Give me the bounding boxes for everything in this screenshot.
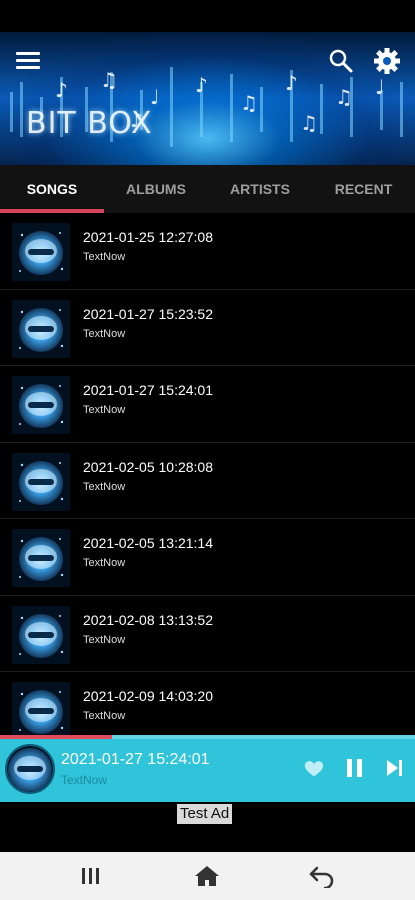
skip-next-icon[interactable] — [385, 757, 405, 779]
album-art-thumbnail — [12, 223, 70, 281]
tab-artists[interactable]: ARTISTS — [208, 165, 312, 213]
album-art-thumbnail — [12, 529, 70, 587]
tab-recent[interactable]: RECENT — [312, 165, 415, 213]
svg-text:♪: ♪ — [285, 71, 298, 95]
song-title: 2021-01-25 12:27:08 — [83, 229, 213, 245]
album-art-thumbnail — [12, 682, 70, 735]
song-row[interactable]: 2021-02-05 10:28:08 TextNow — [0, 443, 415, 519]
system-navigation-bar — [0, 852, 415, 900]
song-row[interactable]: 2021-01-27 15:24:01 TextNow — [0, 366, 415, 443]
song-list[interactable]: 2021-01-25 12:27:08 TextNow 2021-01-27 1… — [0, 213, 415, 735]
song-title: 2021-02-05 13:21:14 — [83, 535, 213, 551]
song-row[interactable]: 2021-02-08 13:13:52 TextNow — [0, 596, 415, 672]
song-row[interactable]: 2021-02-05 13:21:14 TextNow — [0, 519, 415, 596]
song-artist: TextNow — [83, 327, 126, 340]
heart-icon[interactable] — [303, 757, 325, 779]
svg-text:♩: ♩ — [375, 75, 384, 99]
now-playing-title: 2021-01-27 15:24:01 — [61, 751, 210, 768]
song-artist: TextNow — [83, 710, 126, 722]
song-title: 2021-02-05 10:28:08 — [83, 458, 213, 475]
now-playing-bar[interactable]: 2021-01-27 15:24:01 TextNow — [0, 735, 415, 802]
song-title: 2021-02-09 14:03:20 — [83, 688, 213, 704]
svg-text:♪: ♪ — [195, 73, 208, 97]
song-artist: TextNow — [83, 404, 126, 416]
song-row[interactable]: 2021-01-27 15:23:52 TextNow — [0, 290, 415, 366]
svg-text:♫: ♫ — [335, 85, 353, 109]
tab-songs[interactable]: SONGS — [0, 165, 104, 213]
svg-text:♫: ♫ — [240, 91, 258, 115]
song-artist: TextNow — [83, 251, 126, 263]
song-row[interactable]: 2021-01-25 12:27:08 TextNow — [0, 213, 415, 290]
album-art-thumbnail — [12, 376, 70, 434]
tab-albums[interactable]: ALBUMS — [104, 165, 208, 213]
app-logo: BIT BOX — [26, 106, 153, 141]
song-artist: TextNow — [83, 557, 126, 569]
home-icon[interactable] — [193, 864, 221, 888]
now-playing-artist: TextNow — [61, 773, 108, 787]
album-art-thumbnail — [12, 605, 70, 664]
status-bar — [0, 0, 415, 32]
svg-text:♫: ♫ — [300, 111, 318, 135]
song-title: 2021-02-08 13:13:52 — [83, 611, 213, 628]
now-playing-album-art — [5, 744, 55, 794]
hamburger-menu-icon[interactable] — [16, 52, 40, 72]
test-ad-label[interactable]: Test Ad — [177, 804, 233, 824]
search-icon[interactable] — [328, 48, 354, 74]
song-title: 2021-01-27 15:24:01 — [83, 382, 213, 398]
app-header: ♪ ♫ ♩ ♪ ♫ ♪ ♫ ♩ ♪ ♫ BIT BOX — [0, 32, 415, 165]
svg-text:♫: ♫ — [100, 68, 118, 92]
song-artist: TextNow — [83, 480, 126, 493]
album-art-thumbnail — [12, 299, 70, 358]
recent-apps-icon[interactable] — [77, 864, 105, 888]
back-icon[interactable] — [308, 864, 336, 888]
album-art-thumbnail — [12, 452, 70, 511]
gear-icon[interactable] — [372, 46, 402, 76]
playback-progress-fill — [0, 735, 113, 739]
svg-text:♪: ♪ — [55, 78, 68, 102]
tab-bar: SONGS ALBUMS ARTISTS RECENT — [0, 165, 415, 213]
song-artist: TextNow — [83, 633, 126, 646]
song-row[interactable]: 2021-02-09 14:03:20 TextNow — [0, 672, 415, 735]
pause-icon[interactable] — [345, 757, 365, 779]
song-title: 2021-01-27 15:23:52 — [83, 305, 213, 322]
